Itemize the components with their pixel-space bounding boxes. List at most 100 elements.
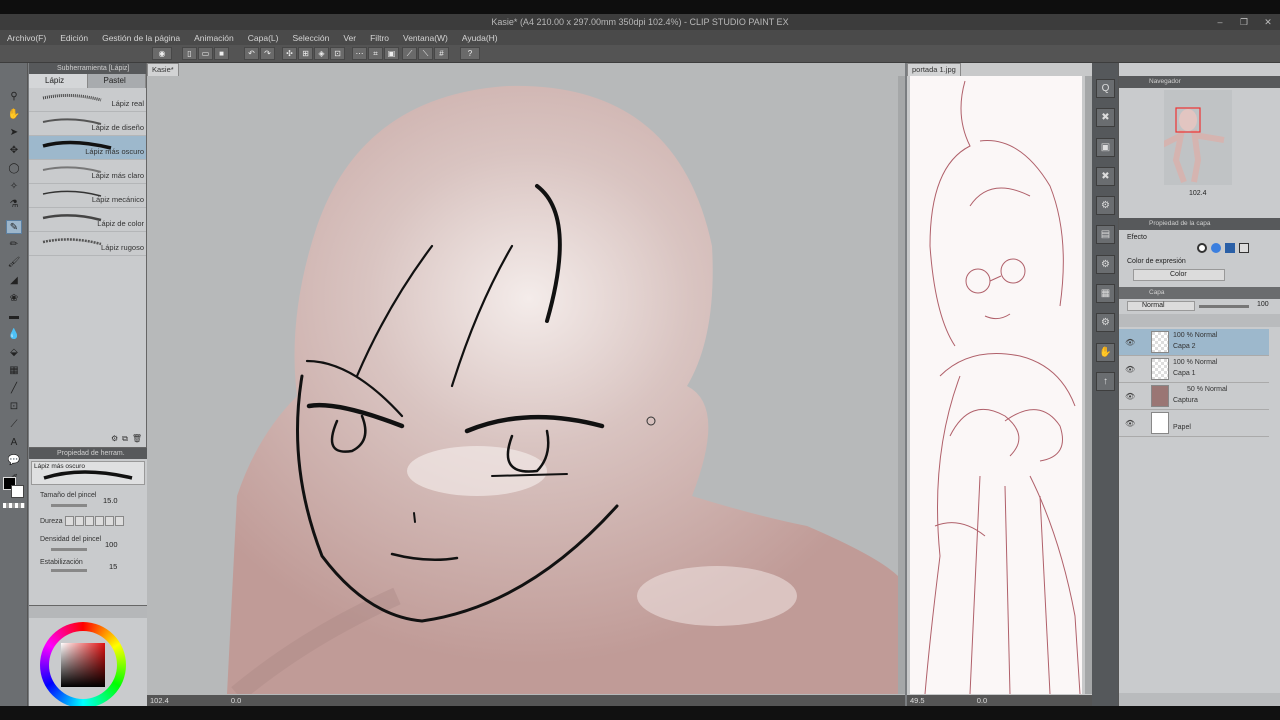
transparent-color-swatch[interactable] — [3, 503, 25, 508]
figure-tool-icon[interactable]: ╱ — [6, 382, 22, 396]
reference-zoom-value[interactable]: 49.5 — [907, 696, 925, 705]
brush-tool-icon[interactable]: 🖌 — [6, 256, 22, 270]
brush-item-lapiz-rugoso[interactable]: Lápiz rugoso — [29, 232, 146, 256]
hardness-selector[interactable] — [65, 516, 124, 526]
clear-outside-icon[interactable]: ⊞ — [298, 47, 313, 60]
layer-row-capa-2[interactable]: 👁 100 % Normal Capa 2 — [1119, 329, 1269, 356]
copy-subtool-icon[interactable]: ⧉ — [122, 434, 128, 444]
brush-item-lapiz-mas-claro[interactable]: Lápiz más claro — [29, 160, 146, 184]
eyedropper-icon[interactable]: ⚗ — [6, 198, 22, 212]
text-tool-icon[interactable]: A — [6, 436, 22, 450]
pen-tool-icon[interactable]: ✎ — [6, 220, 22, 234]
density-slider[interactable] — [51, 548, 87, 551]
tab-pastel[interactable]: Pastel — [88, 74, 146, 88]
layer-search-icon[interactable]: ⚙ — [1096, 196, 1115, 215]
zoom-value[interactable]: 102.4 — [147, 696, 169, 705]
frame-tool-icon[interactable]: ⊡ — [6, 400, 22, 414]
brush-item-lapiz-mecanico[interactable]: Lápiz mecánico — [29, 184, 146, 208]
menu-filter[interactable]: Filtro — [363, 33, 396, 43]
canvas-tab-kasie[interactable]: Kasie* — [147, 63, 179, 76]
brush-item-lapiz-mas-oscuro[interactable]: Lápiz más oscuro — [29, 136, 146, 160]
eye-icon[interactable]: 👁 — [1125, 392, 1135, 401]
lasso-tool-icon[interactable]: ◯ — [6, 162, 22, 176]
transform-icon[interactable]: ⊡ — [330, 47, 345, 60]
eye-icon[interactable]: 👁 — [1125, 338, 1135, 347]
blend-tool-icon[interactable]: 💧 — [6, 328, 22, 342]
fill-icon[interactable]: ◈ — [314, 47, 329, 60]
canvas-tab-portada[interactable]: portada 1.jpg — [907, 63, 961, 76]
color-panel-tabs[interactable] — [29, 606, 147, 618]
minimize-icon[interactable]: – — [1208, 14, 1232, 30]
snap-special-ruler-icon[interactable]: ⟍ — [418, 47, 433, 60]
reference-vertical-scrollbar[interactable] — [1085, 76, 1092, 694]
snap-ruler-icon[interactable]: ⟋ — [402, 47, 417, 60]
rotation-value[interactable]: 0.0 — [171, 696, 241, 705]
brush-item-lapiz-diseno[interactable]: Lápiz de diseño — [29, 112, 146, 136]
crop-icon[interactable]: ⌗ — [368, 47, 383, 60]
hand-tool-icon[interactable]: ✋ — [6, 108, 22, 122]
layer-panel-tab[interactable]: Capa — [1119, 287, 1280, 299]
layer-bottom-toolbar[interactable] — [1119, 693, 1280, 706]
navigator-thumbnail[interactable] — [1160, 90, 1232, 185]
sub-color-swatch[interactable] — [11, 485, 24, 498]
material-icon[interactable]: ✖ — [1096, 108, 1115, 127]
layer-row-papel[interactable]: 👁 Papel — [1119, 410, 1269, 437]
menu-window[interactable]: Ventana(W) — [396, 33, 455, 43]
gradient-tool-icon[interactable]: ▦ — [6, 364, 22, 378]
tab-lapiz[interactable]: Lápiz — [29, 74, 88, 88]
effect-buttons[interactable] — [1197, 243, 1249, 253]
reference-rotation-value[interactable]: 0.0 — [927, 696, 987, 705]
saturation-value-square[interactable] — [61, 643, 105, 687]
eye-icon[interactable]: 👁 — [1125, 365, 1135, 374]
menu-animation[interactable]: Animación — [187, 33, 241, 43]
save-icon[interactable]: ■ — [214, 47, 229, 60]
canvas-vertical-scrollbar[interactable] — [898, 76, 905, 694]
brush-size-slider[interactable] — [51, 504, 87, 507]
invert-selection-icon[interactable]: ▣ — [384, 47, 399, 60]
menu-selection[interactable]: Selección — [285, 33, 336, 43]
layer-row-capa-1[interactable]: 👁 100 % Normal Capa 1 — [1119, 356, 1269, 383]
history-icon[interactable]: ✖ — [1096, 167, 1115, 186]
layer-property-icon[interactable]: ↑ — [1096, 372, 1115, 391]
drawing-canvas[interactable] — [147, 76, 898, 694]
brush-item-lapiz-real[interactable]: Lápiz real — [29, 88, 146, 112]
undo-icon[interactable]: ↶ — [244, 47, 259, 60]
menu-edit[interactable]: Edición — [53, 33, 95, 43]
menu-view[interactable]: Ver — [336, 33, 363, 43]
decoration-tool-icon[interactable]: ❀ — [6, 292, 22, 306]
brush-size-value[interactable]: 15.0 — [103, 496, 118, 505]
stabilization-value[interactable]: 15 — [109, 562, 117, 571]
balloon-tool-icon[interactable]: 💬 — [6, 454, 22, 468]
fill-tool-icon[interactable]: ⬙ — [6, 346, 22, 360]
help-icon[interactable]: ? — [460, 47, 480, 60]
menu-file[interactable]: Archivo(F) — [0, 33, 53, 43]
brush-item-lapiz-color[interactable]: Lápiz de color — [29, 208, 146, 232]
timeline-icon[interactable]: ⚙ — [1096, 313, 1115, 332]
deselect-icon[interactable]: ⋯ — [352, 47, 367, 60]
auto-action-icon[interactable]: ⚙ — [1096, 255, 1115, 274]
new-file-icon[interactable]: ▯ — [182, 47, 197, 60]
operation-tool-icon[interactable]: ➤ — [6, 126, 22, 140]
expression-color-select[interactable]: Color — [1133, 269, 1225, 281]
stabilization-slider[interactable] — [51, 569, 87, 572]
item-bank-icon[interactable]: ▤ — [1096, 225, 1115, 244]
blend-mode-select[interactable]: Normal — [1127, 301, 1195, 311]
search-icon[interactable]: Q — [1096, 79, 1115, 98]
ruler-tool-icon[interactable]: ⟋ — [6, 418, 22, 432]
clip-studio-icon[interactable]: ◉ — [152, 47, 172, 60]
subtool-settings-icon[interactable]: ⚙ — [111, 434, 118, 444]
eye-icon[interactable]: 👁 — [1125, 419, 1135, 428]
eraser-tool-icon[interactable]: ▬ — [6, 310, 22, 324]
density-value[interactable]: 100 — [105, 540, 118, 549]
restore-icon[interactable]: ❐ — [1232, 14, 1256, 30]
zoom-tool-icon[interactable]: ⚲ — [6, 90, 22, 104]
quick-access-icon[interactable]: ✋ — [1096, 343, 1115, 362]
animation-cels-icon[interactable]: ▦ — [1096, 284, 1115, 303]
auto-select-icon[interactable]: ✧ — [6, 180, 22, 194]
opacity-value[interactable]: 100 — [1257, 301, 1269, 308]
layer-row-captura[interactable]: 👁 50 % Normal Captura — [1119, 383, 1269, 410]
redo-icon[interactable]: ↷ — [260, 47, 275, 60]
opacity-slider[interactable] — [1199, 305, 1249, 308]
airbrush-icon[interactable]: ◢ — [6, 274, 22, 288]
delete-subtool-icon[interactable]: 🗑 — [132, 434, 142, 444]
